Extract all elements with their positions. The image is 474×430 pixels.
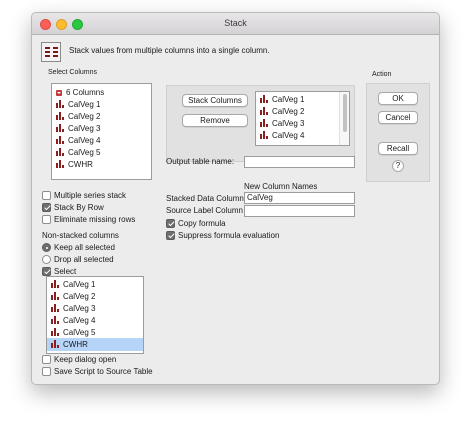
column-icon (260, 95, 269, 103)
column-icon (51, 316, 60, 324)
ok-button[interactable]: OK (378, 92, 418, 105)
title-bar: Stack (32, 13, 439, 35)
list-item[interactable]: CalVeg 3 (51, 303, 95, 314)
list-item[interactable]: CalVeg 2 (51, 291, 95, 302)
disclosure-triangle-icon[interactable] (56, 90, 62, 96)
action-label: Action (372, 71, 392, 78)
keep-all-radio[interactable] (42, 243, 51, 252)
column-icon (260, 131, 269, 139)
column-icon (56, 160, 65, 168)
list-item[interactable]: CalVeg 4 (51, 315, 95, 326)
keep-dialog-open-checkbox[interactable] (42, 355, 51, 364)
column-icon (56, 124, 65, 132)
column-icon (51, 304, 60, 312)
output-table-field[interactable] (244, 156, 355, 168)
list-item[interactable]: CalVeg 2 (56, 111, 100, 122)
list-item[interactable]: CalVeg 4 (56, 135, 100, 146)
list-item[interactable]: CWHR (56, 159, 93, 170)
copy-formula-checkbox[interactable] (166, 219, 175, 228)
list-item[interactable]: CalVeg 1 (56, 99, 100, 110)
list-item[interactable]: CalVeg 3 (260, 118, 304, 129)
column-icon (260, 107, 269, 115)
stack-platform-icon (41, 42, 61, 62)
select-checkbox[interactable] (42, 267, 51, 276)
source-label-column-label: Source Label Column (166, 206, 243, 215)
stacked-data-column-label: Stacked Data Column (166, 194, 244, 203)
drop-all-radio[interactable] (42, 255, 51, 264)
remove-button[interactable]: Remove (182, 114, 248, 127)
column-icon (56, 100, 65, 108)
stack-dialog: Stack Stack values from multiple columns… (31, 12, 440, 385)
scrollbar[interactable] (339, 92, 349, 145)
columns-count-header: 6 Columns (66, 88, 105, 97)
scrollbar-thumb[interactable] (343, 94, 347, 132)
dialog-description: Stack values from multiple columns into … (69, 46, 270, 55)
cancel-button[interactable]: Cancel (378, 111, 418, 124)
stack-columns-button[interactable]: Stack Columns (182, 94, 248, 107)
stack-by-row-label: Stack By Row (54, 203, 104, 212)
stack-by-row-checkbox[interactable] (42, 203, 51, 212)
keep-all-label: Keep all selected (54, 243, 115, 252)
keep-dialog-open-label: Keep dialog open (54, 355, 117, 364)
list-item[interactable]: CalVeg 1 (51, 279, 95, 290)
stacked-columns-list[interactable]: CalVeg 1 CalVeg 2 CalVeg 3 CalVeg 4 (255, 91, 350, 146)
list-item[interactable]: CalVeg 2 (260, 106, 304, 117)
multiple-series-label: Multiple series stack (54, 191, 127, 200)
column-icon (51, 280, 60, 288)
window-title: Stack (224, 18, 247, 28)
source-label-column-field[interactable] (244, 205, 355, 217)
column-icon (51, 340, 60, 348)
recall-button[interactable]: Recall (378, 142, 418, 155)
suppress-formula-label: Suppress formula evaluation (178, 231, 280, 240)
list-item[interactable]: CalVeg 1 (260, 94, 304, 105)
list-item[interactable]: CalVeg 3 (56, 123, 100, 134)
save-script-label: Save Script to Source Table (54, 367, 153, 376)
column-icon (260, 119, 269, 127)
output-table-label: Output table name: (166, 157, 235, 166)
list-item[interactable]: CalVeg 5 (51, 327, 95, 338)
drop-all-label: Drop all selected (54, 255, 114, 264)
help-button[interactable]: ? (392, 160, 404, 172)
column-icon (51, 328, 60, 336)
save-script-checkbox[interactable] (42, 367, 51, 376)
column-icon (56, 136, 65, 144)
column-icon (51, 292, 60, 300)
multiple-series-checkbox[interactable] (42, 191, 51, 200)
column-icon (56, 112, 65, 120)
stacked-data-column-field[interactable]: CalVeg (244, 192, 355, 204)
column-icon (56, 148, 65, 156)
eliminate-missing-label: Eliminate missing rows (54, 215, 136, 224)
list-item[interactable]: CalVeg 5 (56, 147, 100, 158)
select-columns-label: Select Columns (48, 69, 98, 76)
suppress-formula-checkbox[interactable] (166, 231, 175, 240)
list-item[interactable]: CalVeg 4 (260, 130, 304, 141)
select-label: Select (54, 267, 77, 276)
select-columns-list[interactable]: 6 Columns CalVeg 1 CalVeg 2 CalVeg 3 Cal… (51, 83, 152, 180)
non-stacked-label: Non-stacked columns (42, 231, 119, 240)
eliminate-missing-checkbox[interactable] (42, 215, 51, 224)
copy-formula-label: Copy formula (178, 219, 226, 228)
non-stacked-columns-list[interactable]: CalVeg 1 CalVeg 2 CalVeg 3 CalVeg 4 CalV… (46, 276, 144, 354)
list-item-selected[interactable]: CWHR (51, 339, 88, 350)
new-column-names-label: New Column Names (244, 182, 318, 191)
